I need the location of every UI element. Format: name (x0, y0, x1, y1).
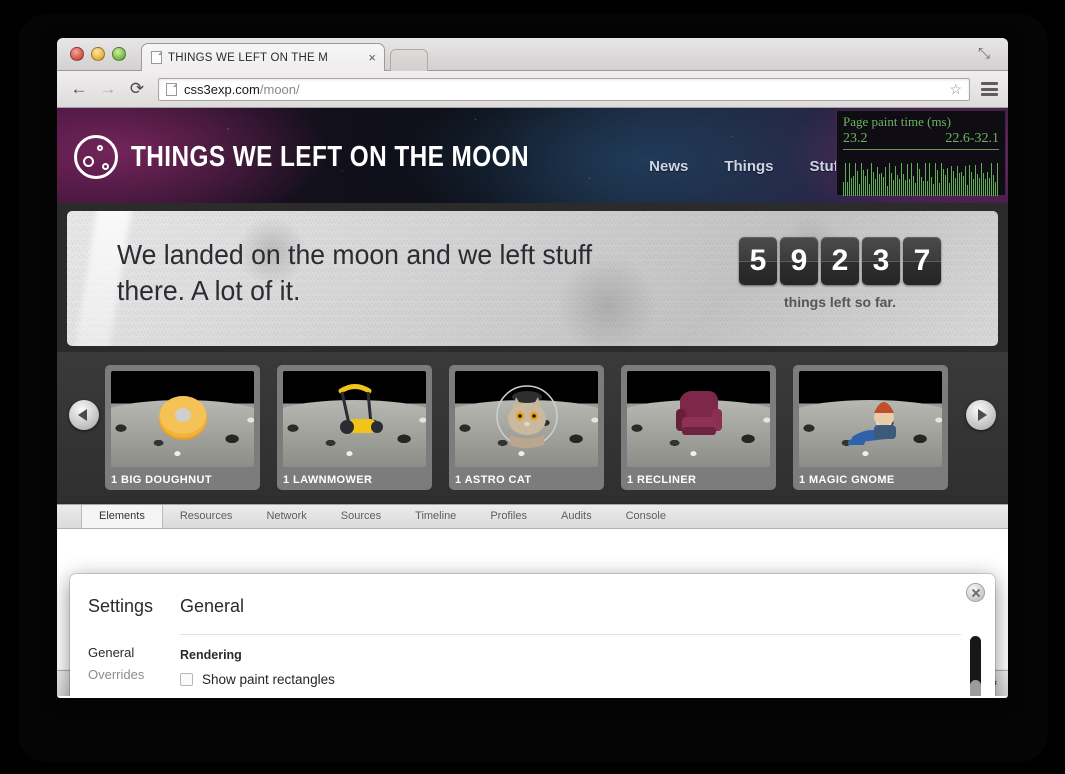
tab-audits[interactable]: Audits (544, 505, 609, 528)
settings-sidebar: Settings General Overrides Shortcuts (70, 574, 180, 696)
rendering-section: Rendering Show paint rectangles Show FPS… (180, 635, 995, 696)
url-path: /moon/ (259, 81, 300, 97)
new-tab-button[interactable] (390, 49, 428, 71)
card-label: 1 ASTRO CAT (455, 474, 532, 486)
tab-resources[interactable]: Resources (163, 505, 250, 528)
counter-digit: 3 (862, 237, 900, 285)
checkbox[interactable] (180, 673, 193, 686)
paint-range-value: 22.6-32.1 (945, 131, 999, 146)
paint-widget-title: Page paint time (ms) (843, 114, 951, 129)
card-label: 1 RECLINER (627, 474, 697, 486)
reload-icon[interactable]: ⟳ (125, 77, 149, 101)
tab-elements[interactable]: Elements (81, 505, 163, 528)
sidebar-item-overrides[interactable]: Overrides (88, 664, 180, 686)
card-image (111, 371, 254, 467)
card-image (455, 371, 598, 467)
desktop-background: THINGS WE LEFT ON THE M × ⤡ ← → ⟳ css3ex… (0, 0, 1065, 774)
counter-digit: 9 (780, 237, 818, 285)
window-close-button[interactable] (70, 47, 84, 61)
settings-dialog: Settings General Overrides Shortcuts Gen… (70, 574, 995, 696)
counter-digit: 7 (903, 237, 941, 285)
astro-cat-illustration (495, 385, 558, 448)
settings-main-panel: General Rendering Show paint rectangles … (180, 574, 995, 696)
list-item[interactable]: 1 MAGIC GNOME (793, 365, 948, 490)
chevron-right-icon (978, 409, 987, 421)
devtools-tabbar: Elements Resources Network Sources Timel… (57, 505, 1008, 529)
forward-icon[interactable]: → (96, 77, 120, 101)
nav-item-news[interactable]: News (649, 158, 688, 175)
list-item[interactable]: 1 LAWNMOWER (277, 365, 432, 490)
settings-title: Settings (88, 596, 154, 616)
chevron-left-icon (78, 409, 87, 421)
paint-current-value: 23.2 (843, 131, 868, 146)
counter-caption: things left so far. (783, 294, 896, 310)
browser-window: THINGS WE LEFT ON THE M × ⤡ ← → ⟳ css3ex… (57, 38, 1008, 698)
site-page-icon (166, 82, 177, 96)
tab-network[interactable]: Network (249, 505, 323, 528)
browser-titlebar: THINGS WE LEFT ON THE M × ⤡ (57, 38, 1008, 71)
tab-timeline[interactable]: Timeline (398, 505, 473, 528)
dialog-scrollbar[interactable] (970, 636, 981, 696)
carousel-next-button[interactable] (966, 400, 996, 430)
carousel-cards: 1 BIG DOUGHNUT 1 LAWNMOWER 1 ASTRO CAT 1… (57, 365, 1008, 490)
carousel-strip: 1 BIG DOUGHNUT 1 LAWNMOWER 1 ASTRO CAT 1… (57, 352, 1008, 502)
tab-sources[interactable]: Sources (324, 505, 398, 528)
card-label: 1 LAWNMOWER (283, 474, 373, 486)
carousel-prev-button[interactable] (69, 400, 99, 430)
bookmark-star-icon[interactable]: ☆ (949, 81, 965, 98)
settings-panel-title: General (180, 596, 245, 616)
scrollbar-thumb[interactable] (970, 680, 981, 696)
browser-toolbar: ← → ⟳ css3exp.com/moon/ ☆ (57, 71, 1008, 108)
section-heading: Rendering (180, 648, 242, 662)
option-show-paint-rectangles[interactable]: Show paint rectangles (180, 672, 995, 687)
hamburger-menu-icon[interactable] (981, 82, 998, 96)
hero-headline: We landed on the moon and we left stuff … (117, 239, 593, 306)
flip-counter: 5 9 2 3 7 (739, 237, 941, 285)
lawnmower-illustration (338, 384, 383, 434)
url-text: css3exp.com/moon/ (184, 82, 949, 97)
counter-block: 5 9 2 3 7 things left so far. (739, 237, 941, 310)
option-label: Show paint rectangles (202, 672, 335, 687)
site-logo[interactable]: THINGS WE LEFT ON THE MOON (74, 135, 605, 179)
address-bar[interactable]: css3exp.com/moon/ ☆ (158, 77, 970, 101)
site-header: THINGS WE LEFT ON THE MOON News Things S… (57, 108, 1008, 203)
page-viewport: THINGS WE LEFT ON THE MOON News Things S… (57, 108, 1008, 696)
card-image (627, 371, 770, 467)
back-icon[interactable]: ← (67, 77, 91, 101)
list-item[interactable]: 1 BIG DOUGHNUT (105, 365, 260, 490)
paint-widget-values: 23.2 22.6-32.1 (843, 131, 999, 150)
browser-tab[interactable]: THINGS WE LEFT ON THE M × (141, 43, 385, 71)
tab-console[interactable]: Console (609, 505, 683, 528)
card-label: 1 BIG DOUGHNUT (111, 474, 212, 486)
tab-profiles[interactable]: Profiles (473, 505, 544, 528)
nav-item-things[interactable]: Things (724, 158, 773, 175)
page-icon (151, 51, 162, 64)
tab-close-icon[interactable]: × (366, 51, 378, 64)
window-minimize-button[interactable] (91, 47, 105, 61)
tab-title: THINGS WE LEFT ON THE M (168, 51, 329, 64)
card-label: 1 MAGIC GNOME (799, 474, 895, 486)
moon-icon (74, 135, 118, 179)
hero-banner: We landed on the moon and we left stuff … (67, 211, 998, 346)
paint-time-graph (843, 163, 999, 196)
list-item[interactable]: 1 ASTRO CAT (449, 365, 604, 490)
close-icon[interactable] (967, 584, 984, 601)
sidebar-item-general[interactable]: General (88, 642, 180, 664)
recliner-illustration (675, 391, 722, 435)
counter-digit: 2 (821, 237, 859, 285)
counter-digit: 5 (739, 237, 777, 285)
window-maximize-button[interactable] (112, 47, 126, 61)
url-host: css3exp.com (184, 81, 260, 97)
list-item[interactable]: 1 RECLINER (621, 365, 776, 490)
doughnut-illustration (158, 396, 207, 440)
card-image (283, 371, 426, 467)
card-image (799, 371, 942, 467)
fullscreen-icon[interactable]: ⤡ (978, 46, 994, 62)
paint-time-widget: Page paint time (ms) 23.2 22.6-32.1 (836, 110, 1006, 196)
site-title: THINGS WE LEFT ON THE MOON (131, 140, 529, 173)
magic-gnome-illustration (847, 402, 896, 445)
